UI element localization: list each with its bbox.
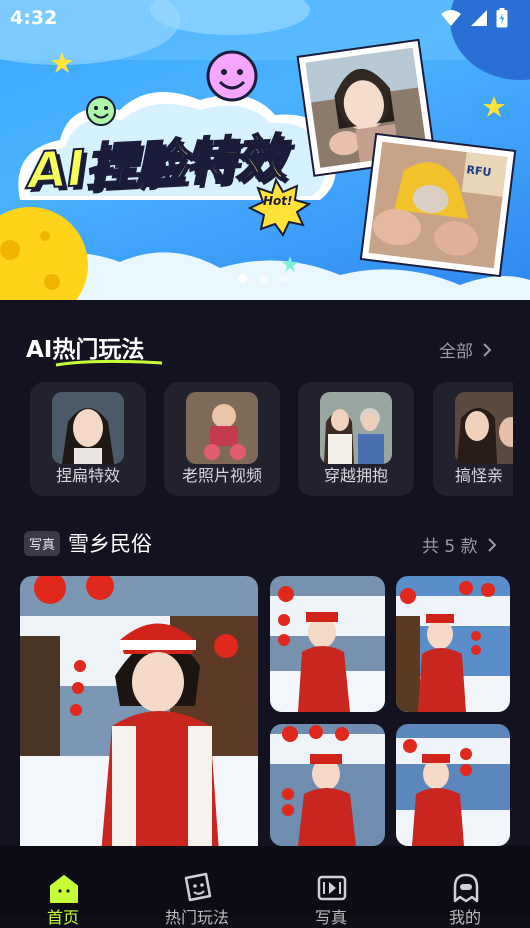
tab-label: 首页	[46, 908, 79, 927]
carousel-dots	[238, 274, 289, 283]
effect-thumb	[186, 392, 258, 464]
chevron-right-icon	[483, 342, 491, 357]
effect-thumb	[320, 392, 392, 464]
hot-more-label: 全部	[439, 342, 473, 362]
photo-frame-icon	[317, 875, 347, 901]
tab-label: 热门玩法	[164, 908, 229, 927]
carousel-dot[interactable]	[280, 274, 289, 283]
effect-thumb	[52, 392, 124, 464]
photo-count-link[interactable]: 共 5 款	[422, 532, 496, 557]
effect-tile-squash[interactable]: 捏扁特效	[30, 382, 146, 496]
effect-label: 捏扁特效	[55, 466, 120, 485]
status-bar: 4:32	[0, 0, 530, 36]
photo-count-label: 共 5 款	[422, 537, 478, 557]
wifi-icon	[441, 10, 461, 26]
effect-label: 老照片视频	[181, 466, 262, 485]
banner-art: AI捏脸特效 AI捏脸特效 Hot! RFU	[0, 0, 530, 300]
effect-label: 搞怪亲	[455, 466, 504, 485]
photo-tag-badge: 写真	[24, 530, 61, 556]
tab-label: 写真	[314, 908, 347, 927]
title-underline-icon	[55, 359, 163, 367]
carousel-dot[interactable]	[259, 274, 268, 283]
photo-section-header: 写真 雪乡民俗	[24, 528, 152, 558]
effect-tile-funny-kiss[interactable]: 搞怪亲	[433, 382, 513, 496]
sticker-face-icon	[184, 872, 212, 902]
template-photo[interactable]	[396, 724, 510, 846]
signal-icon	[471, 10, 487, 26]
effect-label: 穿越拥抱	[323, 466, 388, 485]
battery-icon	[496, 8, 508, 28]
hot-badge-text: Hot!	[263, 194, 293, 208]
promo-banner[interactable]: AI捏脸特效 AI捏脸特效 Hot! RFU	[0, 0, 530, 300]
bottom-tab-bar: 首页 热门玩法 写真 我的	[0, 846, 530, 927]
effect-thumb	[455, 392, 513, 464]
hot-more-link[interactable]: 全部	[439, 337, 491, 362]
status-icons	[440, 8, 508, 28]
tab-hot[interactable]: 热门玩法	[152, 846, 242, 927]
tab-home[interactable]: 首页	[18, 846, 108, 927]
hot-section-title: AI热门玩法	[26, 330, 163, 367]
template-photo[interactable]	[270, 576, 385, 712]
carousel-dot[interactable]	[238, 274, 247, 283]
template-photo[interactable]	[396, 576, 510, 712]
effect-tile-time-hug[interactable]: 穿越拥抱	[298, 382, 414, 496]
template-photo[interactable]	[270, 724, 385, 846]
photo-section-title: 雪乡民俗	[68, 532, 153, 556]
tab-profile[interactable]: 我的	[420, 846, 510, 927]
template-photo-main[interactable]	[20, 576, 258, 866]
tab-label: 我的	[448, 908, 481, 927]
ghost-profile-icon	[453, 873, 479, 903]
effect-tile-old-photo[interactable]: 老照片视频	[164, 382, 280, 496]
home-content[interactable]: AI热门玩法 全部 捏扁特效 老照片视频 穿越拥抱 搞怪亲 写真 雪乡民俗 共	[0, 300, 530, 866]
status-time: 4:32	[10, 7, 58, 29]
tab-photo[interactable]: 写真	[286, 846, 376, 927]
home-icon	[50, 875, 78, 903]
chevron-right-icon	[487, 537, 496, 552]
